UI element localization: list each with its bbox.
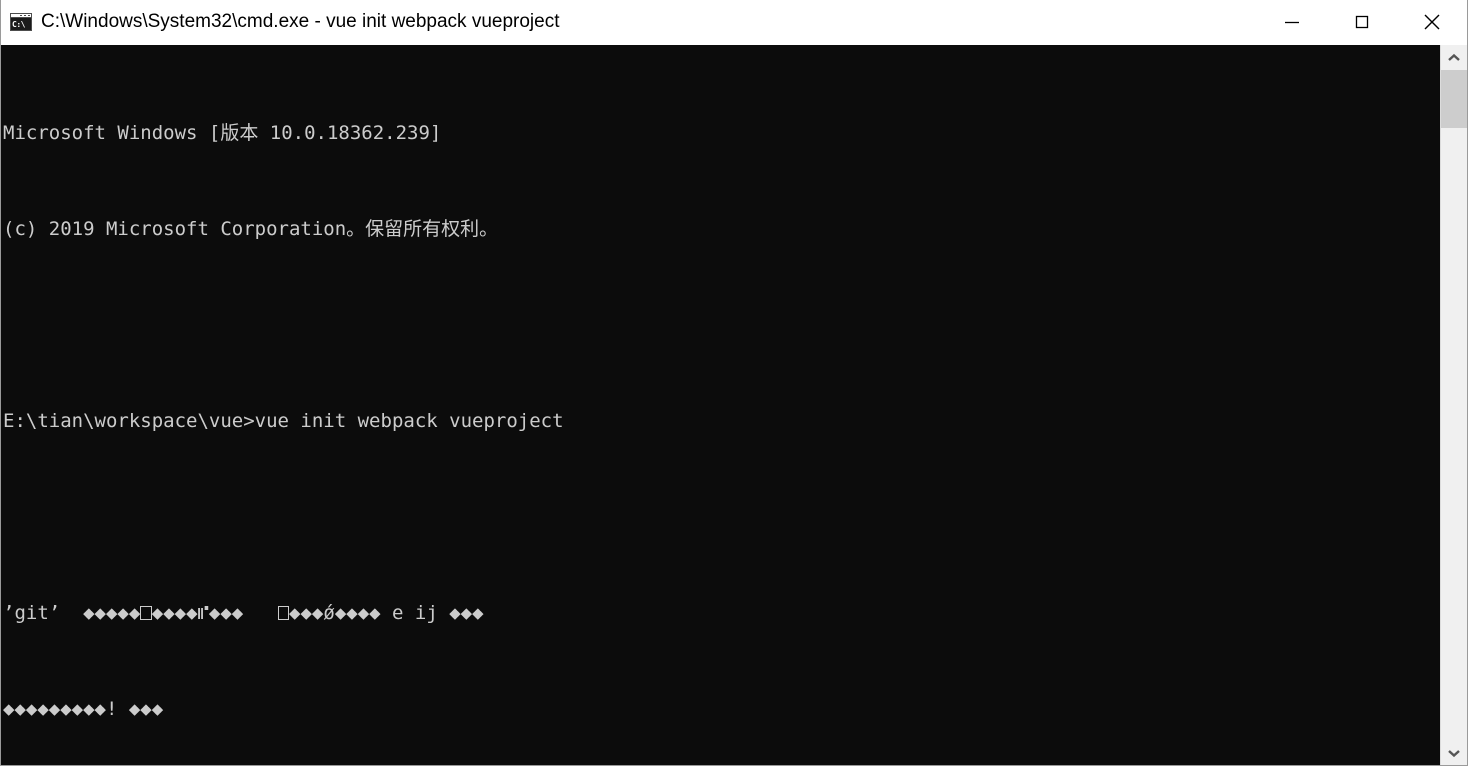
chevron-up-icon: [1448, 53, 1460, 61]
console-area: Microsoft Windows [版本 10.0.18362.239] (c…: [1, 45, 1467, 765]
garbled-segment-c: ◆◆◆: [289, 602, 324, 624]
title-bar-left: C:\ C:\Windows\System32\cmd.exe - vue in…: [1, 11, 1257, 33]
icon-prompt-text: C:\: [11, 18, 31, 30]
maximize-icon: [1355, 15, 1369, 29]
close-icon: [1424, 14, 1440, 30]
terminal-line: Microsoft Windows [版本 10.0.18362.239]: [3, 121, 1440, 145]
cmd-window: C:\ C:\Windows\System32\cmd.exe - vue in…: [0, 0, 1468, 766]
missing-glyph-box-icon: [277, 606, 289, 620]
copyright-text: (c) 2019 Microsoft Corporation。保留所有权利。: [3, 218, 499, 240]
garbled-segment-a: ◆◆◆◆◆: [83, 602, 141, 624]
vertical-scrollbar[interactable]: [1440, 45, 1467, 765]
garbled-segment-d: ǿ◆◆◆◆ e ij ◆◆◆: [323, 602, 484, 624]
garbled-line-2: ◆◆◆◆◆◆◆◆◆! ◆◆◆: [3, 698, 164, 720]
terminal-line-garbled: ’git’ ◆◆◆◆◆ ◆◆◆◆⑈◆◆◆ ◆◆◆ǿ◆◆◆◆ e ij ◆◆◆: [3, 601, 1440, 625]
shell-command: vue init webpack vueproject: [254, 410, 564, 432]
os-version-text: Microsoft Windows [版本 10.0.18362.239]: [3, 122, 442, 144]
minimize-button[interactable]: [1257, 0, 1327, 44]
shell-prompt-path: E:\tian\workspace\vue>: [3, 410, 255, 432]
terminal-line-garbled: ◆◆◆◆◆◆◆◆◆! ◆◆◆: [3, 697, 1440, 721]
window-title: C:\Windows\System32\cmd.exe - vue init w…: [41, 11, 560, 32]
scrollbar-thumb[interactable]: [1441, 70, 1467, 128]
close-button[interactable]: [1397, 0, 1467, 44]
garbled-segment-b: ◆◆◆◆⑈◆◆◆: [151, 602, 278, 624]
terminal-text: Microsoft Windows [版本 10.0.18362.239] (c…: [1, 45, 1440, 765]
cmd-exe-icon: C:\: [10, 13, 32, 31]
console-output-pane[interactable]: Microsoft Windows [版本 10.0.18362.239] (c…: [1, 45, 1440, 765]
window-controls: [1257, 0, 1467, 44]
chevron-down-icon: [1448, 749, 1460, 757]
maximize-button[interactable]: [1327, 0, 1397, 44]
scroll-down-button[interactable]: [1441, 740, 1467, 765]
missing-glyph-box-icon: [140, 606, 152, 620]
terminal-line: (c) 2019 Microsoft Corporation。保留所有权利。: [3, 217, 1440, 241]
git-warning-prefix: ’git’: [3, 602, 84, 624]
minimize-icon: [1285, 21, 1299, 24]
scrollbar-track[interactable]: [1441, 70, 1467, 740]
title-bar[interactable]: C:\ C:\Windows\System32\cmd.exe - vue in…: [1, 0, 1467, 45]
scroll-up-button[interactable]: [1441, 45, 1467, 70]
terminal-line: E:\tian\workspace\vue>vue init webpack v…: [3, 409, 1440, 433]
